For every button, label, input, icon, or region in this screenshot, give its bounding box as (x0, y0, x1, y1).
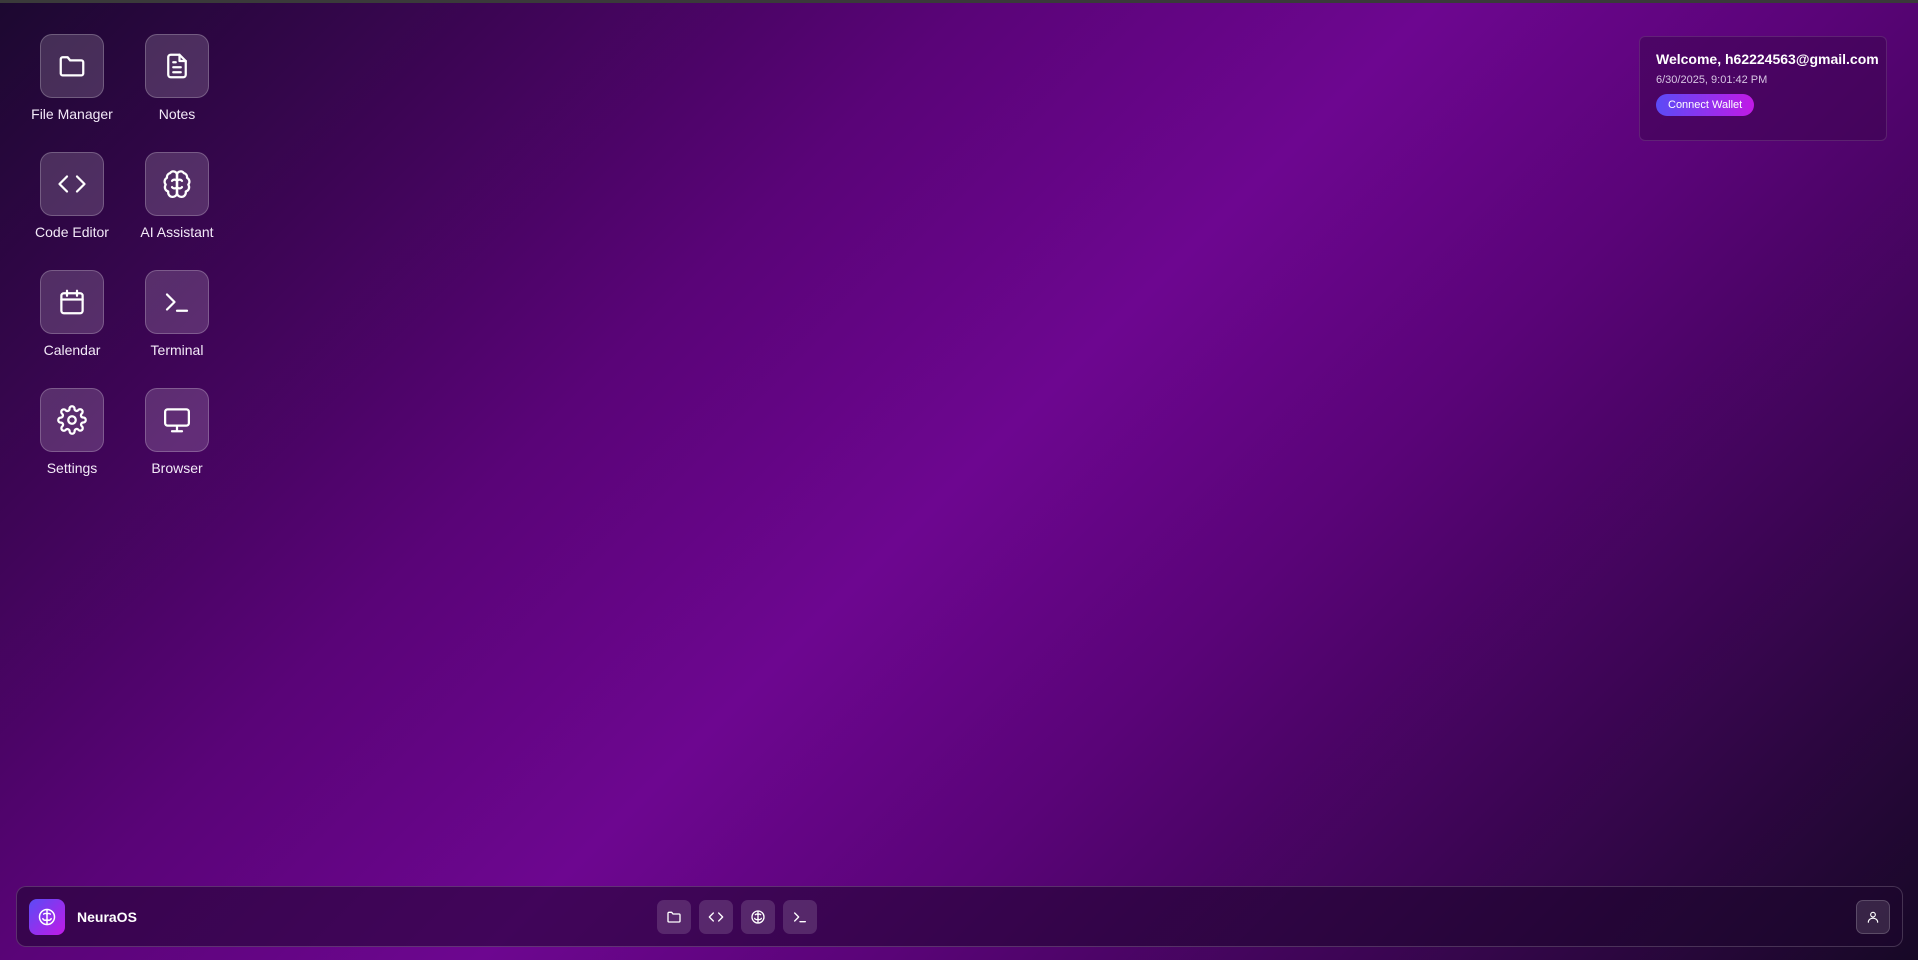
terminal-icon (794, 912, 806, 923)
app-terminal[interactable]: Terminal (131, 270, 223, 388)
app-label: AI Assistant (140, 224, 214, 240)
datetime-text: 6/30/2025, 9:01:42 PM (1656, 74, 1768, 86)
dock-file-manager-button[interactable] (657, 900, 691, 934)
app-ai-assistant[interactable]: AI Assistant (131, 152, 223, 270)
app-label: File Manager (31, 106, 113, 122)
gear-icon (40, 388, 104, 452)
app-label: Settings (46, 460, 98, 476)
brand-name: NeuraOS (77, 909, 137, 925)
dock-terminal-button[interactable] (783, 900, 817, 934)
dock-code-editor-button[interactable] (699, 900, 733, 934)
welcome-card: Welcome, h62224563@gmail.com 6/30/2025, … (1639, 36, 1887, 141)
folder-icon (667, 911, 681, 923)
dock-ai-assistant-button[interactable] (741, 900, 775, 934)
terminal-icon (145, 270, 209, 334)
app-notes[interactable]: Notes (131, 34, 223, 152)
app-code-editor[interactable]: Code Editor (26, 152, 118, 270)
app-calendar[interactable]: Calendar (26, 270, 118, 388)
brain-icon (29, 899, 65, 935)
app-label: Terminal (150, 342, 204, 358)
user-icon (1867, 911, 1879, 923)
taskbar: NeuraOS (16, 886, 1903, 947)
connect-wallet-button[interactable]: Connect Wallet (1656, 94, 1755, 116)
document-icon (145, 34, 209, 98)
dock (657, 900, 817, 934)
folder-icon (40, 34, 104, 98)
app-settings[interactable]: Settings (26, 388, 118, 506)
welcome-title: Welcome, h62224563@gmail.com (1656, 51, 1879, 67)
monitor-icon (145, 388, 209, 452)
code-icon (40, 152, 104, 216)
app-label: Calendar (43, 342, 101, 358)
app-file-manager[interactable]: File Manager (26, 34, 118, 152)
brain-icon (751, 910, 765, 924)
app-browser[interactable]: Browser (131, 388, 223, 506)
brand[interactable]: NeuraOS (29, 899, 137, 935)
app-label: Browser (151, 460, 203, 476)
app-label: Code Editor (35, 224, 109, 240)
brain-icon (145, 152, 209, 216)
calendar-icon (40, 270, 104, 334)
desktop-icon-grid: File Manager Notes Code Editor AI Assist… (26, 34, 223, 506)
user-account-button[interactable] (1856, 900, 1890, 934)
app-label: Notes (158, 106, 196, 122)
top-edge-line (0, 0, 1918, 3)
code-icon (708, 912, 724, 922)
